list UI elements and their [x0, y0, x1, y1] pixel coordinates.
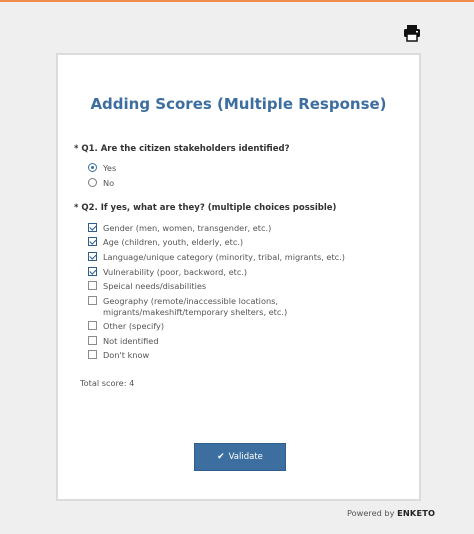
- checkbox[interactable]: [88, 281, 97, 290]
- powered-by: Powered by ENKETO: [347, 508, 435, 518]
- checkbox[interactable]: [88, 350, 97, 359]
- q2-option-label: Age (children, youth, elderly, etc.): [103, 237, 244, 247]
- validate-button[interactable]: ✔ Validate: [194, 443, 286, 471]
- q2-option-label: Don't know: [103, 350, 150, 360]
- checkbox[interactable]: [88, 267, 97, 276]
- q2-option-age[interactable]: Age (children, youth, elderly, etc.): [88, 237, 243, 248]
- q2-option-dont-know[interactable]: Don't know: [88, 350, 149, 361]
- q2-option-label: Not identified: [103, 336, 159, 346]
- powered-by-text: Powered by: [347, 508, 395, 518]
- checkbox[interactable]: [88, 336, 97, 345]
- check-icon: ✔: [217, 452, 225, 462]
- validate-label: Validate: [228, 452, 263, 462]
- q2-option-label: Language/unique category (minority, trib…: [103, 252, 345, 262]
- q2-option-language[interactable]: Language/unique category (minority, trib…: [88, 252, 345, 263]
- enketo-logo: ENKETO: [397, 508, 436, 518]
- q2-option-special-needs[interactable]: Speical needs/disabilities: [88, 281, 206, 292]
- radio-button-yes[interactable]: [88, 163, 97, 172]
- q2-option-geography[interactable]: Geography (remote/inaccessible locations…: [88, 296, 378, 318]
- form-title: Adding Scores (Multiple Response): [90, 95, 387, 113]
- checkbox[interactable]: [88, 237, 97, 246]
- q1-option-label: No: [103, 178, 115, 188]
- top-accent-bar: [0, 0, 474, 2]
- print-button[interactable]: [403, 24, 421, 42]
- q2-option-vulnerability[interactable]: Vulnerability (poor, backword, etc.): [88, 267, 247, 278]
- q1-option-label: Yes: [103, 163, 117, 173]
- q2-option-label: Geography (remote/inaccessible locations…: [103, 296, 288, 317]
- q2-option-not-identified[interactable]: Not identified: [88, 336, 159, 347]
- q2-option-label: Vulnerability (poor, backword, etc.): [103, 267, 248, 277]
- form-card: Adding Scores (Multiple Response) * Q1. …: [56, 53, 421, 501]
- q1-option-no[interactable]: No: [88, 178, 114, 189]
- question-2-label: * Q2. If yes, what are they? (multiple c…: [74, 203, 337, 213]
- q2-option-label: Other (specify): [103, 321, 165, 331]
- checkbox[interactable]: [88, 321, 97, 330]
- q2-option-label: Gender (men, women, transgender, etc.): [103, 223, 272, 233]
- q1-option-yes[interactable]: Yes: [88, 163, 116, 174]
- q2-option-other[interactable]: Other (specify): [88, 321, 164, 332]
- checkbox[interactable]: [88, 223, 97, 232]
- radio-button-no[interactable]: [88, 178, 97, 187]
- total-score: Total score: 4: [80, 378, 135, 388]
- checkbox[interactable]: [88, 252, 97, 261]
- q2-option-label: Speical needs/disabilities: [103, 281, 207, 291]
- printer-icon: [404, 25, 420, 42]
- checkbox[interactable]: [88, 296, 97, 305]
- question-1-label: * Q1. Are the citizen stakeholders ident…: [74, 144, 290, 154]
- q2-option-gender[interactable]: Gender (men, women, transgender, etc.): [88, 223, 271, 234]
